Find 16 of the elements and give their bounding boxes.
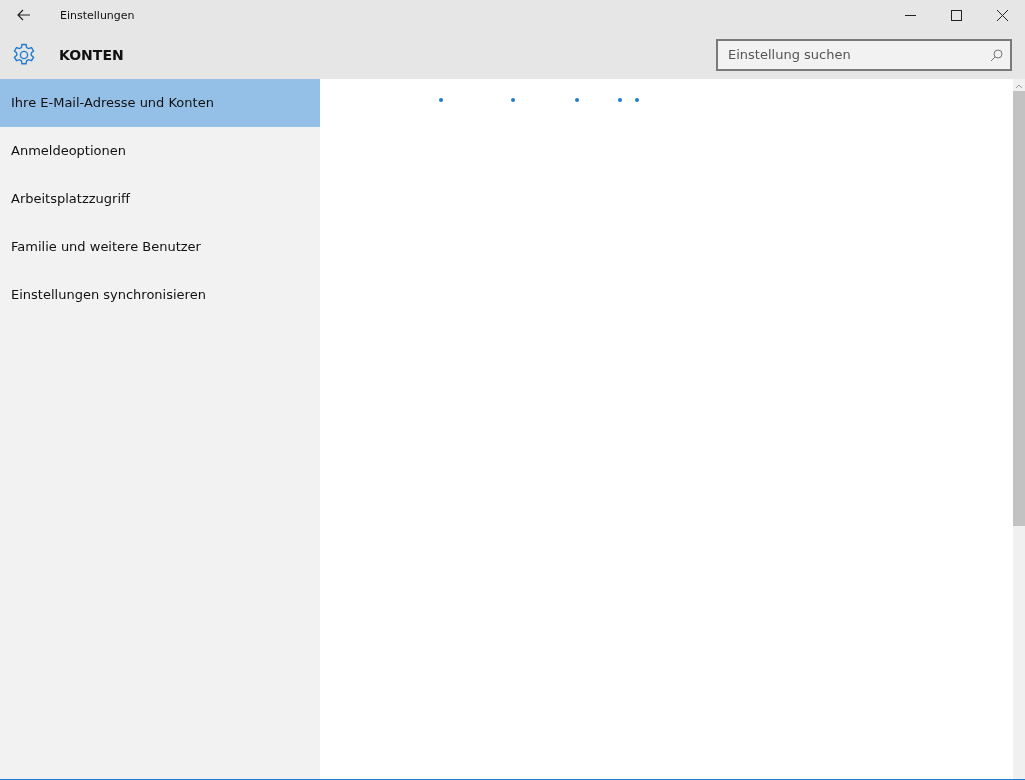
settings-icon: [12, 42, 36, 67]
page-title: KONTEN: [59, 46, 124, 63]
scrollbar[interactable]: [1013, 79, 1025, 779]
window-title: Einstellungen: [60, 8, 135, 22]
scroll-up-icon: [1015, 83, 1023, 89]
sidebar-item[interactable]: Familie und weitere Benutzer: [0, 223, 320, 271]
sidebar-item[interactable]: Arbeitsplatzzugriff: [0, 175, 320, 223]
back-arrow-icon: [17, 9, 31, 21]
close-icon: [996, 9, 1008, 21]
scrollbar-thumb[interactable]: [1013, 91, 1025, 526]
search-icon: [990, 48, 1003, 62]
sidebar-item[interactable]: Einstellungen synchronisieren: [0, 271, 320, 319]
sidebar-item[interactable]: Anmeldeoptionen: [0, 127, 320, 175]
maximize-icon: [950, 9, 962, 21]
search-field[interactable]: Einstellung suchen: [716, 38, 1012, 71]
sidebar-item[interactable]: Ihre E-Mail-Adresse und Konten: [0, 79, 320, 127]
